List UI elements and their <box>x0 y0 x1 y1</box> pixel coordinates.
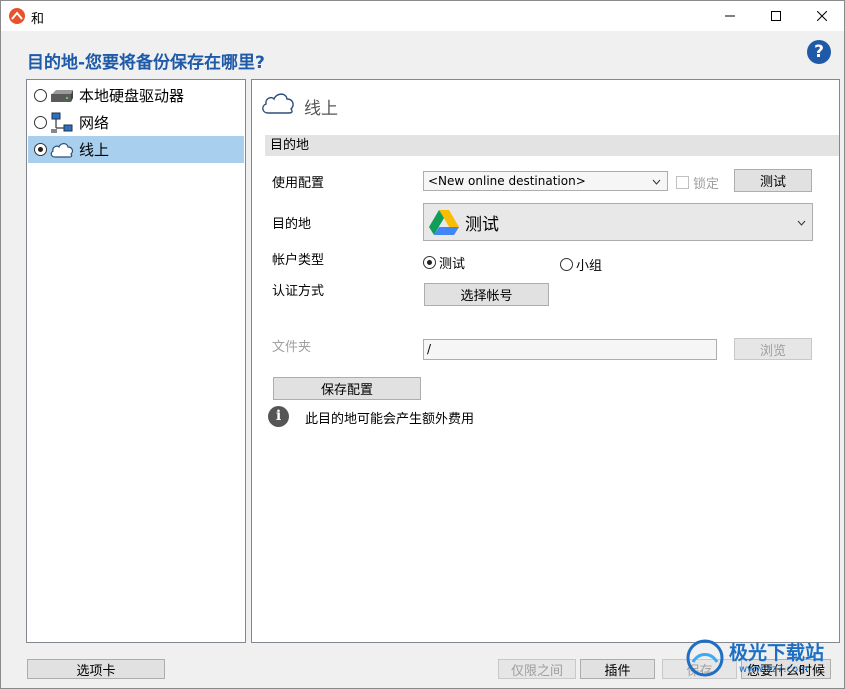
lock-label: 锁定 <box>693 177 720 192</box>
previous-button[interactable]: 仅限之间 <box>498 659 576 679</box>
google-drive-icon <box>428 208 460 236</box>
info-text: 此目的地可能会产生额外费用 <box>305 412 475 427</box>
destination-list: 本地硬盘驱动器 网络 线上 <box>26 79 246 643</box>
plugins-button[interactable]: 插件 <box>580 659 655 679</box>
watermark-url: www.xz7.com <box>739 664 808 675</box>
account-radio[interactable] <box>560 258 573 271</box>
config-value: <New online destination> <box>428 174 586 188</box>
save-config-button[interactable]: 保存配置 <box>273 377 421 400</box>
browse-button[interactable]: 浏览 <box>734 338 812 360</box>
destination-dropdown[interactable]: 测试 <box>423 203 813 241</box>
destination-label: 本地硬盘驱动器 <box>79 87 185 105</box>
destination-item-network[interactable]: 网络 <box>28 109 244 136</box>
account-option-group[interactable]: 小组 <box>560 255 602 274</box>
watermark: 极光下载站 www.xz7.com <box>677 634 845 688</box>
info-icon: i <box>268 406 289 427</box>
maximize-button[interactable] <box>753 1 799 31</box>
watermark-text: 极光下载站 <box>729 642 825 664</box>
lock-checkbox[interactable]: 锁定 <box>676 173 719 192</box>
section-header: 目的地 <box>265 135 839 156</box>
destination-label: 线上 <box>79 141 110 159</box>
destination-radio[interactable] <box>34 143 47 156</box>
watermark-logo-icon <box>685 638 725 682</box>
folder-label: 文件夹 <box>272 340 312 355</box>
destination-item-online[interactable]: 线上 <box>28 136 244 163</box>
panel-title: 线上 <box>304 99 338 119</box>
destination-radio[interactable] <box>34 89 47 102</box>
title-bar: 和 <box>1 1 844 31</box>
account-type-label: 帐户类型 <box>272 253 325 268</box>
config-dropdown[interactable]: <New online destination> <box>423 171 668 191</box>
account-option-label: 测试 <box>439 257 466 272</box>
auth-label: 认证方式 <box>272 284 325 299</box>
lock-checkbox-box[interactable] <box>676 176 689 189</box>
test-button[interactable]: 测试 <box>734 169 812 192</box>
cloud-icon <box>49 139 75 161</box>
cloud-icon <box>260 90 296 120</box>
destination-value: 测试 <box>465 214 499 235</box>
destination-label: 目的地 <box>272 217 312 232</box>
destination-item-local-drive[interactable]: 本地硬盘驱动器 <box>28 82 244 109</box>
app-window: 和 目的地-您要将备份保存在哪里? ? 本地硬盘驱动器 网络 线上 线上 目的地… <box>0 0 845 689</box>
minimize-button[interactable] <box>707 1 753 31</box>
destination-radio[interactable] <box>34 116 47 129</box>
app-logo-icon <box>9 8 25 24</box>
network-icon <box>49 112 75 134</box>
account-option-test[interactable]: 测试 <box>423 253 465 272</box>
choose-account-button[interactable]: 选择帐号 <box>424 283 549 306</box>
help-icon[interactable]: ? <box>807 40 831 64</box>
close-button[interactable] <box>799 1 845 31</box>
folder-input[interactable]: / <box>423 339 717 360</box>
settings-panel: 线上 目的地 使用配置 <New online destination> 锁定 … <box>251 79 840 643</box>
chevron-down-icon <box>797 215 806 229</box>
destination-label: 网络 <box>79 114 110 132</box>
config-label: 使用配置 <box>272 176 325 191</box>
chevron-down-icon <box>652 174 661 188</box>
tabs-button[interactable]: 选项卡 <box>27 659 165 679</box>
page-heading: 目的地-您要将备份保存在哪里? <box>27 53 265 73</box>
window-title: 和 <box>31 12 45 27</box>
account-option-label: 小组 <box>576 259 603 274</box>
hard-drive-icon <box>49 85 75 107</box>
account-radio[interactable] <box>423 256 436 269</box>
